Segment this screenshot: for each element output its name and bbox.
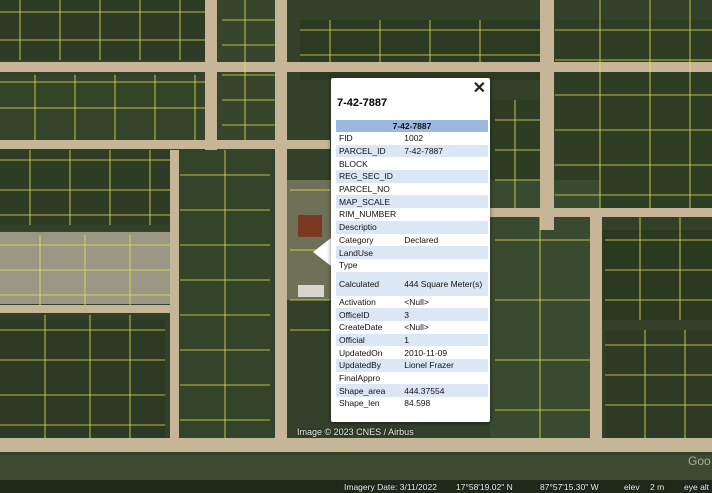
attribute-row: FID 1002 — [336, 132, 488, 145]
attribute-value — [401, 183, 488, 196]
attribute-row: CreateDate <Null> — [336, 321, 488, 334]
attribute-row: Descriptio — [336, 220, 488, 234]
attribute-value: 444.37554 — [401, 384, 488, 398]
attribute-value: 1002 — [404, 133, 424, 144]
eye-altitude: eye alt — [684, 482, 710, 492]
attribute-key: PARCEL_NO — [339, 184, 390, 195]
attribute-value: 2010-11-09 — [404, 347, 448, 358]
attribute-row: REG_SEC_ID — [336, 170, 488, 183]
attribute-key: FinalAppro — [339, 373, 381, 384]
attribute-value — [401, 195, 488, 209]
attribute-key: MAP_SCALE — [336, 195, 402, 209]
attribute-value: <Null> — [404, 322, 429, 333]
attribute-value — [401, 170, 488, 183]
attribute-table: 7-42-7887 FID 1002 PARCEL_ID 7-42-7887 BLOCK… — [336, 120, 488, 410]
attribute-row: Type — [336, 259, 488, 272]
attribute-value: 1 — [401, 333, 488, 347]
popup-pointer — [313, 238, 331, 266]
attribute-value: 7-42-7887 — [401, 144, 488, 158]
attribute-row: Calculated 444 Square Meter(s) — [336, 271, 488, 296]
close-icon[interactable]: ✕ — [473, 80, 486, 98]
attribute-value: Declared — [404, 234, 439, 245]
attribute-key: CreateDate — [339, 322, 383, 333]
attribute-key: Official — [336, 333, 402, 347]
attribute-value — [401, 259, 488, 272]
attribute-row: UpdatedBy Lionel Frazer — [336, 359, 488, 372]
attribute-value: <Null> — [404, 296, 429, 307]
attribute-value: 84.598 — [404, 398, 431, 409]
attribute-key: Category — [339, 234, 374, 245]
popup-title: 7-42-7887 — [337, 97, 388, 109]
attribute-table-header: 7-42-7887 — [336, 120, 488, 132]
attribute-row: Shape_len 84.598 — [336, 397, 488, 410]
attribute-row: Official 1 — [336, 333, 488, 347]
attribute-row: UpdatedOn 2010-11-09 — [336, 346, 488, 359]
attribute-row: FinalAppro — [336, 372, 488, 385]
attribute-key: Descriptio — [336, 220, 402, 234]
attribute-row: Category Declared — [336, 234, 488, 247]
attribute-value — [401, 246, 488, 259]
attribute-key: UpdatedOn — [339, 347, 383, 358]
elevation-value: 2 m — [650, 482, 665, 492]
imagery-date: Imagery Date: 3/11/2022 — [344, 482, 437, 492]
attribute-key: REG_SEC_ID — [336, 170, 402, 183]
attribute-row: RIM_NUMBER — [336, 208, 488, 221]
attribute-key: FID — [339, 133, 353, 144]
attribute-key: Type — [339, 260, 358, 271]
attribute-key: BLOCK — [339, 158, 368, 169]
parcel-info-popup: ✕ 7-42-7887 7-42-7887 FID 1002 PARCEL_ID 7-… — [331, 78, 490, 422]
attribute-key: Shape_len — [339, 398, 380, 409]
latitude-readout: 17°58'19.02" N — [456, 482, 513, 492]
attribute-value: Lionel Frazer — [401, 359, 488, 372]
google-watermark: Goo — [688, 454, 711, 468]
attribute-row: PARCEL_NO — [336, 183, 488, 196]
attribute-value — [401, 372, 488, 385]
attribute-key: PARCEL_ID — [336, 144, 402, 158]
attribute-row: LandUse — [336, 246, 488, 259]
attribute-value: 444 Square Meter(s) — [401, 271, 488, 296]
attribute-value — [401, 220, 488, 234]
longitude-readout: 87°57'15.30" W — [540, 482, 599, 492]
attribute-row: Shape_area 444.37554 — [336, 384, 488, 398]
attribute-value — [401, 157, 488, 170]
attribute-row: BLOCK — [336, 157, 488, 170]
attribute-value: 3 — [401, 308, 488, 321]
attribute-row: PARCEL_ID 7-42-7887 — [336, 144, 488, 158]
attribute-row: OfficeID 3 — [336, 308, 488, 321]
attribute-value — [401, 208, 488, 221]
attribute-row: MAP_SCALE — [336, 195, 488, 209]
attribute-key: Shape_area — [336, 384, 402, 398]
image-credit: Image © 2023 CNES / Airbus — [297, 427, 414, 437]
attribute-key: LandUse — [336, 246, 402, 259]
attribute-key: Calculated — [336, 271, 402, 296]
attribute-key: OfficeID — [336, 308, 402, 321]
attribute-row: Activation <Null> — [336, 296, 488, 309]
elevation-label: elev — [624, 482, 640, 492]
attribute-key: Activation — [339, 296, 376, 307]
attribute-key: RIM_NUMBER — [339, 209, 397, 220]
attribute-key: UpdatedBy — [336, 359, 402, 372]
